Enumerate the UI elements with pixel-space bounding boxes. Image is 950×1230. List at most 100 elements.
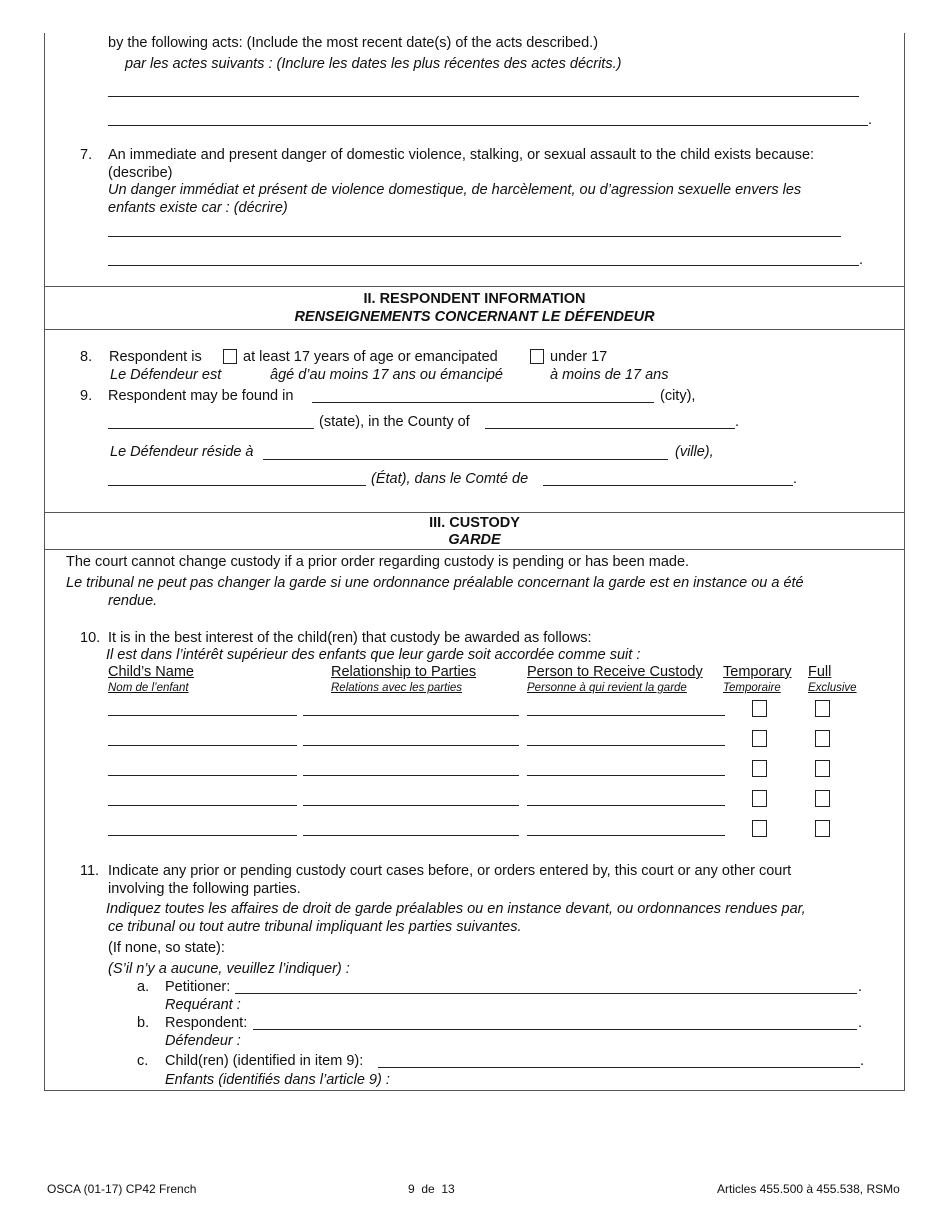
col-header-person-fr: Personne à qui revient la garde <box>527 682 687 694</box>
item7-answer-line-2[interactable] <box>108 265 859 266</box>
respondent-state-field[interactable] <box>108 428 314 429</box>
child-name-field[interactable] <box>108 805 297 806</box>
item6-text-en: by the following acts: (Include the most… <box>108 35 599 51</box>
section3-top-rule <box>44 512 905 513</box>
item9-prefix-en: Respondent may be found in <box>108 388 294 404</box>
child-name-field[interactable] <box>108 835 297 836</box>
full-checkbox[interactable] <box>815 820 830 837</box>
relationship-field[interactable] <box>303 715 519 716</box>
relationship-field[interactable] <box>303 745 519 746</box>
person-to-receive-custody-field[interactable] <box>527 745 725 746</box>
item9-period-fr: . <box>793 471 798 487</box>
footer-form-id: OSCA (01-17) CP42 French <box>47 1182 197 1196</box>
section2-subtitle: RENSEIGNEMENTS CONCERNANT LE DÉFENDEUR <box>294 309 655 325</box>
full-checkbox[interactable] <box>815 700 830 717</box>
party-c-letter: c. <box>137 1053 149 1069</box>
item7-text-en-line1: An immediate and present danger of domes… <box>108 147 815 163</box>
under-17-checkbox[interactable] <box>530 349 544 364</box>
item6-answer-line-1[interactable] <box>108 96 859 97</box>
custody-notice-en: The court cannot change custody if a pri… <box>66 554 690 570</box>
section2-top-rule <box>44 286 905 287</box>
item7-period: . <box>859 252 864 268</box>
full-checkbox[interactable] <box>815 760 830 777</box>
children-field[interactable] <box>378 1067 860 1068</box>
col-header-full-fr: Exclusive <box>808 682 857 694</box>
item9-period-en: . <box>735 414 740 430</box>
party-b-letter: b. <box>137 1015 150 1031</box>
respondent-county-field[interactable] <box>485 428 735 429</box>
item10-text-en: It is in the best interest of the child(… <box>108 630 592 646</box>
item11-text-en-line1: Indicate any prior or pending custody co… <box>108 863 792 879</box>
item9-number: 9. <box>80 388 93 404</box>
col-header-relationship: Relationship to Parties <box>331 664 477 680</box>
col-header-temporary-fr: Temporaire <box>723 682 781 694</box>
item8-number: 8. <box>80 349 93 365</box>
frame-right-border <box>904 33 905 1091</box>
item6-answer-line-2[interactable] <box>108 125 868 126</box>
party-c-label-en: Child(ren) (identified in item 9): <box>165 1053 364 1069</box>
age-17-or-emancipated-checkbox[interactable] <box>223 349 237 364</box>
party-c-label-fr: Enfants (identifiés dans l’article 9) : <box>165 1072 390 1088</box>
respondent-comte-field[interactable] <box>543 485 793 486</box>
item11-number: 11. <box>80 863 100 879</box>
custody-notice-fr-line2: rendue. <box>108 593 158 609</box>
party-a-period: . <box>858 979 863 995</box>
relationship-field[interactable] <box>303 805 519 806</box>
temporary-checkbox[interactable] <box>752 820 767 837</box>
relationship-field[interactable] <box>303 835 519 836</box>
col-header-relationship-fr: Relations avec les parties <box>331 682 463 694</box>
person-to-receive-custody-field[interactable] <box>527 805 725 806</box>
child-name-field[interactable] <box>108 745 297 746</box>
footer-statute: Articles 455.500 à 455.538, RSMo <box>717 1182 900 1196</box>
temporary-checkbox[interactable] <box>752 760 767 777</box>
temporary-checkbox[interactable] <box>752 730 767 747</box>
party-a-letter: a. <box>137 979 150 995</box>
person-to-receive-custody-field[interactable] <box>527 715 725 716</box>
party-c-period: . <box>860 1053 865 1069</box>
person-to-receive-custody-field[interactable] <box>527 775 725 776</box>
custody-notice-fr-line1: Le tribunal ne peut pas changer la garde… <box>66 575 804 591</box>
respondent-field[interactable] <box>253 1029 857 1030</box>
petitioner-field[interactable] <box>235 993 857 994</box>
item8-option2-fr: à moins de 17 ans <box>550 367 669 383</box>
relationship-field[interactable] <box>303 775 519 776</box>
item11-if-none-en: (If none, so state): <box>108 940 225 956</box>
item10-number: 10. <box>80 630 101 646</box>
party-b-label-fr: Défendeur : <box>165 1033 241 1049</box>
respondent-ville-field[interactable] <box>263 459 668 460</box>
section2-title: II. RESPONDENT INFORMATION <box>363 291 586 307</box>
child-name-field[interactable] <box>108 775 297 776</box>
item9-prefix-fr: Le Défendeur réside à <box>110 444 254 460</box>
respondent-city-field[interactable] <box>312 402 654 403</box>
frame-left-border <box>44 33 45 1091</box>
item9-state-label-en: (state), in the County of <box>319 414 470 430</box>
temporary-checkbox[interactable] <box>752 790 767 807</box>
item7-text-en-line2: (describe) <box>108 165 173 181</box>
item7-number: 7. <box>80 147 93 163</box>
respondent-etat-field[interactable] <box>108 485 366 486</box>
item8-option1-en: at least 17 years of age or emancipated <box>243 349 498 365</box>
full-checkbox[interactable] <box>815 790 830 807</box>
temporary-checkbox[interactable] <box>752 700 767 717</box>
full-checkbox[interactable] <box>815 730 830 747</box>
frame-bottom-border <box>44 1090 905 1091</box>
item9-state-label-fr: (État), dans le Comté de <box>371 471 529 487</box>
party-a-label-fr: Requérant : <box>165 997 241 1013</box>
item7-answer-line-1[interactable] <box>108 236 841 237</box>
person-to-receive-custody-field[interactable] <box>527 835 725 836</box>
item8-label-fr: Le Défendeur est <box>110 367 222 383</box>
item8-option2-en: under 17 <box>550 349 608 365</box>
item10-text-fr: Il est dans l’intérêt supérieur des enfa… <box>106 647 641 663</box>
party-b-period: . <box>858 1015 863 1031</box>
item11-text-fr-line1: Indiquez toutes les affaires de droit de… <box>106 901 806 917</box>
item8-label-en: Respondent is <box>109 349 202 365</box>
col-header-person: Person to Receive Custody <box>527 664 703 680</box>
item11-text-en-line2: involving the following parties. <box>108 881 301 897</box>
party-a-label-en: Petitioner: <box>165 979 231 995</box>
col-header-temporary: Temporary <box>723 664 792 680</box>
item9-city-label-fr: (ville), <box>675 444 714 460</box>
item9-city-label-en: (city), <box>660 388 696 404</box>
col-header-child-name-fr: Nom de l’enfant <box>108 682 189 694</box>
child-name-field[interactable] <box>108 715 297 716</box>
item6-text-fr: par les actes suivants : (Inclure les da… <box>125 56 622 72</box>
